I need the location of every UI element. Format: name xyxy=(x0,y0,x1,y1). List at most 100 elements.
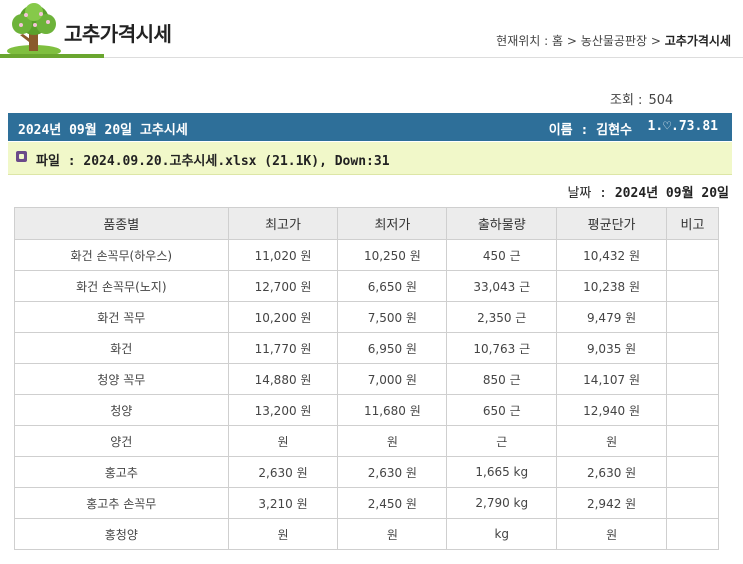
cell-avg-price: 2,630 원 xyxy=(556,456,668,488)
cell-variety: 화건 xyxy=(14,332,229,364)
cell-avg-price: 14,107 원 xyxy=(556,363,668,395)
cell-variety: 화건 손꼭무(노지) xyxy=(14,270,229,302)
date-label: 날짜 : xyxy=(567,186,608,201)
cell-note xyxy=(666,487,719,519)
table-row: 홍청양 원 원 kg 원 xyxy=(14,518,719,550)
view-count-label: 조회 : xyxy=(610,93,643,108)
header-avg-price: 평균단가 xyxy=(556,207,668,240)
breadcrumb-home-link[interactable]: 홈 xyxy=(552,34,563,48)
cell-variety: 청양 꼭무 xyxy=(14,363,229,395)
price-table: 품종별 최고가 최저가 출하물량 평균단가 비고 화건 손꼭무(하우스) 11,… xyxy=(14,207,719,550)
cell-max-price: 3,210 원 xyxy=(227,487,339,519)
cell-min-price: 7,000 원 xyxy=(337,363,448,395)
cell-volume: kg xyxy=(446,518,558,550)
breadcrumb: 현재위치 : 홈 > 농산물공판장 > 고추가격시세 xyxy=(496,32,731,49)
header-min-price: 최저가 xyxy=(337,207,448,240)
cell-min-price: 원 xyxy=(337,518,448,550)
cell-min-price: 7,500 원 xyxy=(337,301,448,333)
cell-avg-price: 9,479 원 xyxy=(556,301,668,333)
cell-note xyxy=(666,425,719,457)
breadcrumb-separator: > xyxy=(566,34,577,48)
cell-note xyxy=(666,394,719,426)
cell-volume: 2,350 근 xyxy=(446,301,558,333)
cell-volume: 650 근 xyxy=(446,394,558,426)
header-divider xyxy=(104,57,743,58)
tree-logo-icon xyxy=(7,3,61,57)
cell-variety: 홍고추 손꼭무 xyxy=(14,487,229,519)
breadcrumb-market-link[interactable]: 농산물공판장 xyxy=(581,34,647,48)
breadcrumb-label: 현재위치 : xyxy=(496,34,549,48)
breadcrumb-current: 고추가격시세 xyxy=(664,34,731,48)
cell-note xyxy=(666,518,719,550)
header-max-price: 최고가 xyxy=(227,207,339,240)
cell-volume: 850 근 xyxy=(446,363,558,395)
cell-max-price: 원 xyxy=(227,518,339,550)
cell-avg-price: 10,238 원 xyxy=(556,270,668,302)
attachment-bar: 파일 : 2024.09.20.고추시세.xlsx (21.1K), Down:… xyxy=(8,142,732,175)
table-row: 화건 손꼭무(노지) 12,700 원 6,650 원 33,043 근 10,… xyxy=(14,270,719,302)
cell-volume: 450 근 xyxy=(446,239,558,271)
table-row: 홍고추 2,630 원 2,630 원 1,665 kg 2,630 원 xyxy=(14,456,719,488)
cell-avg-price: 원 xyxy=(556,425,668,457)
attachment-download-link[interactable]: 파일 : 2024.09.20.고추시세.xlsx (21.1K), Down:… xyxy=(36,150,390,169)
cell-volume: 1,665 kg xyxy=(446,456,558,488)
cell-max-price: 11,020 원 xyxy=(227,239,339,271)
table-row: 청양 꼭무 14,880 원 7,000 원 850 근 14,107 원 xyxy=(14,363,719,395)
cell-note xyxy=(666,332,719,364)
table-row: 청양 13,200 원 11,680 원 650 근 12,940 원 xyxy=(14,394,719,426)
cell-volume: 2,790 kg xyxy=(446,487,558,519)
cell-note xyxy=(666,270,719,302)
breadcrumb-separator: > xyxy=(650,34,661,48)
cell-max-price: 12,700 원 xyxy=(227,270,339,302)
date-value: 2024년 09월 20일 xyxy=(614,186,729,201)
cell-variety: 화건 손꼭무(하우스) xyxy=(14,239,229,271)
cell-variety: 청양 xyxy=(14,394,229,426)
title-underline-accent xyxy=(0,54,104,58)
author-label: 이름 : xyxy=(548,123,589,138)
cell-avg-price: 10,432 원 xyxy=(556,239,668,271)
header-volume: 출하물량 xyxy=(446,207,558,240)
cell-max-price: 13,200 원 xyxy=(227,394,339,426)
cell-min-price: 2,630 원 xyxy=(337,456,448,488)
cell-variety: 홍고추 xyxy=(14,456,229,488)
cell-avg-price: 12,940 원 xyxy=(556,394,668,426)
cell-max-price: 14,880 원 xyxy=(227,363,339,395)
file-icon xyxy=(16,151,27,162)
header-variety: 품종별 xyxy=(14,207,229,240)
cell-max-price: 2,630 원 xyxy=(227,456,339,488)
cell-note xyxy=(666,363,719,395)
header-note: 비고 xyxy=(666,207,719,240)
cell-variety: 홍청양 xyxy=(14,518,229,550)
cell-min-price: 2,450 원 xyxy=(337,487,448,519)
table-row: 홍고추 손꼭무 3,210 원 2,450 원 2,790 kg 2,942 원 xyxy=(14,487,719,519)
post-author: 이름 : 김현수 xyxy=(549,119,632,138)
page-header: 고추가격시세 현재위치 : 홈 > 농산물공판장 > 고추가격시세 xyxy=(0,0,743,58)
cell-note xyxy=(666,301,719,333)
cell-avg-price: 원 xyxy=(556,518,668,550)
table-row: 화건 11,770 원 6,950 원 10,763 근 9,035 원 xyxy=(14,332,719,364)
cell-variety: 양건 xyxy=(14,425,229,457)
post-title: 2024년 09월 20일 고추시세 xyxy=(18,123,188,138)
author-name[interactable]: 김현수 xyxy=(596,123,632,138)
cell-min-price: 6,950 원 xyxy=(337,332,448,364)
cell-min-price: 11,680 원 xyxy=(337,394,448,426)
table-row: 화건 손꼭무(하우스) 11,020 원 10,250 원 450 근 10,4… xyxy=(14,239,719,271)
cell-variety: 화건 꼭무 xyxy=(14,301,229,333)
view-count: 조회 : 504 xyxy=(610,89,673,108)
table-header-row: 품종별 최고가 최저가 출하물량 평균단가 비고 xyxy=(14,207,719,240)
cell-volume: 33,043 근 xyxy=(446,270,558,302)
cell-note xyxy=(666,456,719,488)
cell-max-price: 원 xyxy=(227,425,339,457)
view-count-value: 504 xyxy=(648,93,674,108)
cell-avg-price: 9,035 원 xyxy=(556,332,668,364)
cell-max-price: 11,770 원 xyxy=(227,332,339,364)
cell-avg-price: 2,942 원 xyxy=(556,487,668,519)
table-row: 화건 꼭무 10,200 원 7,500 원 2,350 근 9,479 원 xyxy=(14,301,719,333)
cell-volume: 근 xyxy=(446,425,558,457)
author-ip: 1.♡.73.81 xyxy=(647,119,718,134)
post-date: 날짜 : 2024년 09월 20일 xyxy=(567,182,729,201)
cell-note xyxy=(666,239,719,271)
page-title: 고추가격시세 xyxy=(64,22,172,46)
table-row: 양건 원 원 근 원 xyxy=(14,425,719,457)
cell-min-price: 원 xyxy=(337,425,448,457)
